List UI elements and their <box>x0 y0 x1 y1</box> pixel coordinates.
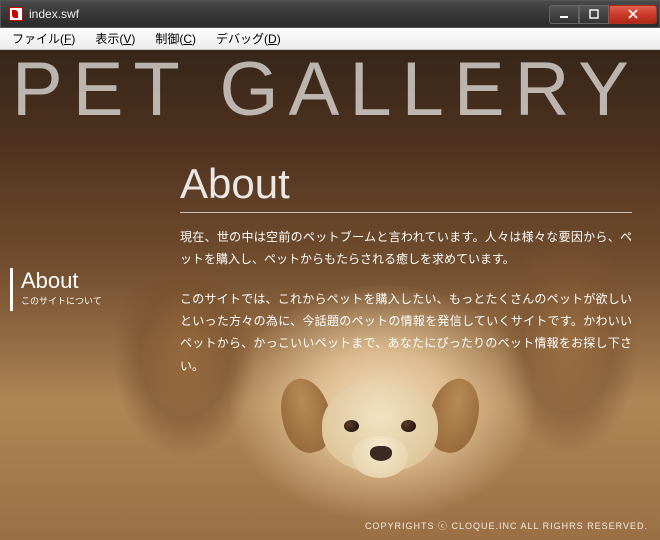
menu-view[interactable]: 表示(V) <box>85 28 145 49</box>
menu-file[interactable]: ファイル(F) <box>2 28 85 49</box>
app-window: index.swf ファイル(F) 表示(V) 制御(C) デバッグ(D) PE… <box>0 0 660 540</box>
page-heading: About <box>180 160 290 208</box>
menu-debug[interactable]: デバッグ(D) <box>206 28 291 49</box>
heading-underline <box>180 212 632 213</box>
window-title: index.swf <box>29 7 549 21</box>
sidebar-subtitle: このサイトについて <box>21 294 150 307</box>
titlebar[interactable]: index.swf <box>0 0 660 28</box>
sidebar-title: About <box>21 270 150 292</box>
menu-control[interactable]: 制御(C) <box>145 28 206 49</box>
minimize-button[interactable] <box>549 5 579 24</box>
close-button[interactable] <box>609 5 657 24</box>
sidebar-nav-item[interactable]: About このサイトについて <box>10 268 150 311</box>
copyright-footer: COPYRIGHTS ⓒ CLOQUE.INC ALL RIGHRS RESER… <box>365 519 648 532</box>
flash-content: PET GALLERY About 現在、世の中は空前のペットブームと言われてい… <box>0 50 660 540</box>
maximize-button[interactable] <box>579 5 609 24</box>
window-buttons <box>549 5 657 24</box>
menubar: ファイル(F) 表示(V) 制御(C) デバッグ(D) <box>0 28 660 50</box>
paragraph-1: 現在、世の中は空前のペットブームと言われています。人々は様々な要因から、ペットを… <box>180 226 632 270</box>
paragraph-2: このサイトでは、これからペットを購入したい、もっとたくさんのペットが欲しいといっ… <box>180 288 632 377</box>
flash-icon <box>9 7 23 21</box>
site-title: PET GALLERY <box>12 50 639 133</box>
